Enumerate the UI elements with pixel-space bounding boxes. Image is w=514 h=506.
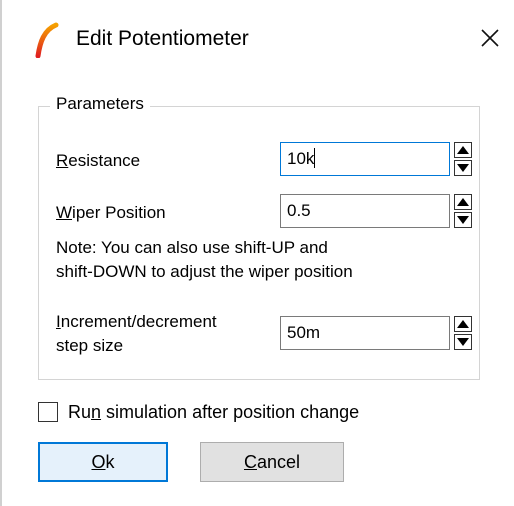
- step-size-value: 50m: [287, 323, 321, 342]
- run-simulation-checkbox[interactable]: [38, 402, 58, 422]
- step-size-label: Increment/decrement step size: [56, 310, 217, 358]
- resistance-spinner[interactable]: [454, 142, 472, 176]
- wiper-position-spin-up-button[interactable]: [454, 194, 472, 210]
- step-size-label-text-line-1: ncrement/decrement: [60, 312, 217, 331]
- step-size-spin-up-button[interactable]: [454, 316, 472, 332]
- wiper-note-line-1: Note: You can also use shift-UP and: [56, 238, 328, 257]
- wiper-note: Note: You can also use shift-UP and shif…: [56, 236, 476, 284]
- step-size-spin-down-button[interactable]: [454, 334, 472, 350]
- resistance-spin-up-button[interactable]: [454, 142, 472, 158]
- wiper-position-value: 0.5: [287, 201, 311, 220]
- run-simulation-label[interactable]: Run simulation after position change: [68, 400, 359, 424]
- wiper-position-spinner[interactable]: [454, 194, 472, 228]
- text-caret: [314, 148, 316, 168]
- cancel-mnemonic: C: [243, 452, 257, 472]
- wiper-position-label: Wiper Position: [56, 202, 166, 224]
- window-title: Edit Potentiometer: [76, 27, 249, 50]
- resistance-label-text: esistance: [68, 151, 141, 170]
- ok-button[interactable]: Ok: [38, 442, 168, 482]
- run-simulation-label-prefix: Ru: [68, 402, 92, 422]
- resistance-value: 10k: [287, 149, 315, 168]
- run-simulation-mnemonic: n: [91, 402, 102, 422]
- wiper-note-line-2: shift-DOWN to adjust the wiper position: [56, 262, 353, 281]
- cancel-label: ancel: [256, 452, 301, 472]
- wiper-position-input[interactable]: 0.5: [280, 194, 450, 228]
- resistance-input[interactable]: 10k: [280, 142, 450, 176]
- parameters-group-title: Parameters: [50, 92, 150, 116]
- run-simulation-label-suffix: simulation after position change: [101, 402, 360, 422]
- wiper-position-mnemonic: W: [56, 203, 73, 222]
- cancel-button[interactable]: Cancel: [200, 442, 344, 482]
- ok-mnemonic: O: [91, 452, 106, 472]
- step-size-label-text-line-2: step size: [56, 336, 124, 355]
- ok-label: k: [105, 452, 115, 472]
- ltspice-logo-icon: [34, 22, 60, 59]
- wiper-position-spin-down-button[interactable]: [454, 212, 472, 228]
- wiper-position-label-text: iper Position: [72, 203, 166, 222]
- resistance-label: Resistance: [56, 150, 140, 172]
- close-icon[interactable]: [474, 22, 506, 54]
- step-size-input[interactable]: 50m: [280, 316, 450, 350]
- step-size-spinner[interactable]: [454, 316, 472, 350]
- edit-potentiometer-dialog: Edit Potentiometer Parameters Resistance…: [0, 0, 514, 506]
- resistance-mnemonic: R: [56, 151, 69, 170]
- resistance-spin-down-button[interactable]: [454, 160, 472, 176]
- title-bar[interactable]: Edit Potentiometer: [2, 0, 514, 76]
